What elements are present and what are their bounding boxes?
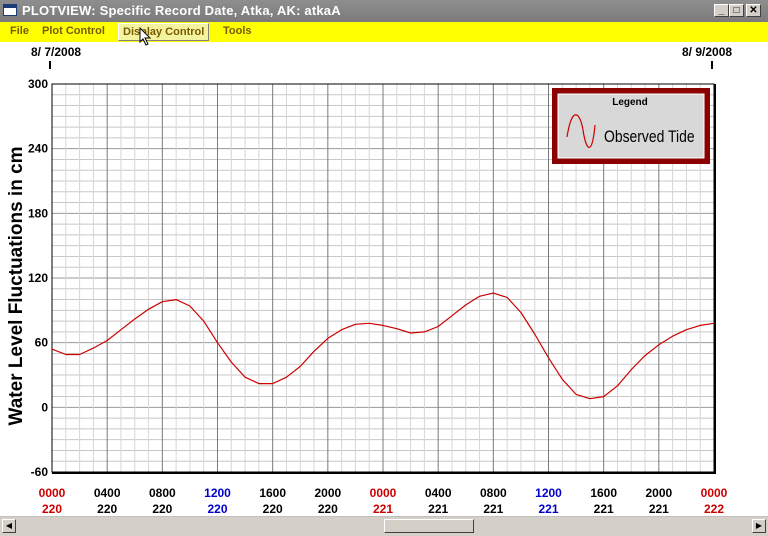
x-tick-time-label: 0400 bbox=[94, 486, 121, 500]
x-tick-day-label: 221 bbox=[538, 502, 558, 516]
x-tick-day-label: 221 bbox=[428, 502, 448, 516]
x-tick-time-label: 0800 bbox=[149, 486, 176, 500]
x-tick-day-label: 220 bbox=[42, 502, 62, 516]
legend-entry-label: Observed Tide bbox=[604, 128, 695, 147]
x-tick-day-label: 220 bbox=[318, 502, 338, 516]
legend-box[interactable]: Legend Observed Tide bbox=[552, 88, 710, 164]
x-tick-day-label: 220 bbox=[152, 502, 172, 516]
y-tick-label: 300 bbox=[28, 77, 48, 91]
y-tick-labels: 300 240 180 120 60 0 -60 bbox=[28, 77, 48, 479]
scroll-thumb[interactable] bbox=[384, 519, 474, 533]
x-tick-day-label: 221 bbox=[594, 502, 614, 516]
y-tick-label: 180 bbox=[28, 206, 48, 220]
x-tick-time-label: 0000 bbox=[370, 486, 397, 500]
plot-frame-shadow-right bbox=[714, 84, 716, 474]
y-tick-label: 60 bbox=[35, 336, 49, 350]
x-tick-time-label: 0800 bbox=[480, 486, 507, 500]
y-tick-label: -60 bbox=[31, 465, 49, 479]
x-tick-time-label: 2000 bbox=[314, 486, 341, 500]
x-tick-time-label: 2000 bbox=[645, 486, 672, 500]
y-tick-label: 120 bbox=[28, 271, 48, 285]
scroll-left-arrow-icon[interactable]: ◀ bbox=[2, 519, 16, 533]
plot-frame-shadow-bottom bbox=[52, 472, 716, 474]
x-tick-labels: 0000 220 0400 220 0800 220 1200 220 1600 220 2000 2… bbox=[39, 486, 728, 516]
x-tick-time-label: 0400 bbox=[425, 486, 452, 500]
tide-chart: 300 240 180 120 60 0 -60 0000 220 0400 220 0800 220… bbox=[6, 77, 728, 516]
x-tick-time-label: 1200 bbox=[535, 486, 562, 500]
x-tick-day-label: 220 bbox=[207, 502, 227, 516]
legend-title: Legend bbox=[612, 97, 648, 108]
x-tick-time-label: 1600 bbox=[590, 486, 617, 500]
x-tick-day-label: 221 bbox=[373, 502, 393, 516]
x-tick-day-label: 222 bbox=[704, 502, 724, 516]
x-tick-day-label: 220 bbox=[97, 502, 117, 516]
x-tick-day-label: 221 bbox=[649, 502, 669, 516]
mouse-cursor-icon bbox=[139, 27, 152, 46]
x-tick-time-label: 1200 bbox=[204, 486, 231, 500]
x-tick-time-label: 1600 bbox=[259, 486, 286, 500]
x-tick-time-label: 0000 bbox=[39, 486, 66, 500]
x-tick-day-label: 221 bbox=[483, 502, 503, 516]
y-tick-label: 0 bbox=[41, 400, 48, 414]
scroll-right-arrow-icon[interactable]: ▶ bbox=[752, 519, 766, 533]
horizontal-scrollbar[interactable]: ◀ ▶ bbox=[0, 516, 768, 536]
x-tick-time-label: 0000 bbox=[701, 486, 728, 500]
y-tick-label: 240 bbox=[28, 142, 48, 156]
x-tick-day-label: 220 bbox=[263, 502, 283, 516]
y-axis-label: Water Level Fluctuations in cm bbox=[6, 146, 27, 425]
